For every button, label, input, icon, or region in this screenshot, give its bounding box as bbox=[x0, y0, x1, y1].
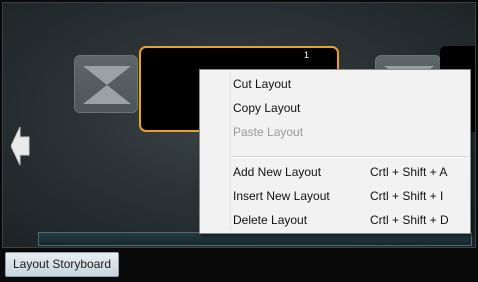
menu-item-label: Insert New Layout bbox=[233, 189, 330, 203]
menu-item-label: Cut Layout bbox=[233, 77, 292, 91]
menu-item-label: Delete Layout bbox=[233, 213, 308, 227]
menu-item-paste-layout[interactable]: Paste Layout bbox=[202, 121, 468, 143]
storyboard-scrollbar[interactable] bbox=[38, 232, 472, 246]
menu-item-shortcut: Crtl + Shift + D bbox=[370, 213, 449, 227]
menu-item-copy-layout[interactable]: Copy Layout bbox=[202, 97, 468, 119]
menu-separator bbox=[232, 156, 468, 158]
menu-item-label: Paste Layout bbox=[233, 125, 304, 139]
menu-item-shortcut: Crtl + Shift + A bbox=[370, 165, 448, 179]
hourglass-placeholder-icon bbox=[83, 66, 131, 104]
thumbnail-number: 1 bbox=[303, 50, 309, 60]
menu-item-shortcut: Crtl + Shift + I bbox=[370, 189, 444, 203]
menu-item-label: Add New Layout bbox=[233, 165, 322, 179]
arrow-left-icon[interactable] bbox=[10, 121, 31, 175]
menu-item-label: Copy Layout bbox=[233, 101, 301, 115]
menu-item-cut-layout[interactable]: Cut Layout bbox=[202, 73, 468, 95]
menu-item-add-new-layout[interactable]: Add New Layout Crtl + Shift + A bbox=[202, 161, 468, 183]
menu-item-insert-new-layout[interactable]: Insert New Layout Crtl + Shift + I bbox=[202, 185, 468, 207]
menu-gutter bbox=[230, 72, 231, 231]
menu-item-delete-layout[interactable]: Delete Layout Crtl + Shift + D bbox=[202, 209, 468, 231]
layout-thumbnail-previous[interactable] bbox=[74, 55, 138, 113]
tab-layout-storyboard[interactable]: Layout Storyboard bbox=[5, 252, 120, 277]
context-menu: Cut Layout Copy Layout Paste Layout Add … bbox=[199, 69, 471, 234]
